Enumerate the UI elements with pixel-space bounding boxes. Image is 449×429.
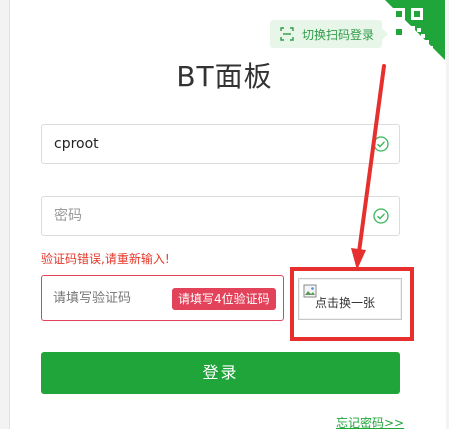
username-field — [41, 124, 400, 164]
login-button[interactable]: 登录 — [41, 352, 400, 394]
username-input[interactable] — [42, 125, 342, 163]
scan-icon — [280, 27, 294, 41]
captcha-error-tip: 请填写4位验证码 — [172, 288, 276, 310]
login-panel: 切换扫码登录 BT面板 cproot 验证码错误,请重新输入! 请填写验证码 请… — [0, 0, 449, 429]
captcha-input[interactable] — [42, 276, 172, 320]
captcha-field: 请填写4位验证码 — [41, 275, 284, 321]
check-circle-icon — [373, 208, 389, 224]
qr-login-tip-label: 切换扫码登录 — [302, 27, 375, 42]
page-title: BT面板 — [176, 60, 273, 93]
password-input[interactable] — [42, 197, 342, 235]
forgot-password-link[interactable]: 忘记密码>> — [336, 414, 404, 429]
password-field — [41, 196, 400, 236]
check-circle-icon — [373, 136, 389, 152]
annotation-highlight-box — [290, 267, 414, 341]
qr-code-icon[interactable] — [385, 0, 445, 60]
qr-login-tip[interactable]: 切换扫码登录 — [270, 20, 382, 48]
error-message: 验证码错误,请重新输入! — [41, 252, 170, 266]
